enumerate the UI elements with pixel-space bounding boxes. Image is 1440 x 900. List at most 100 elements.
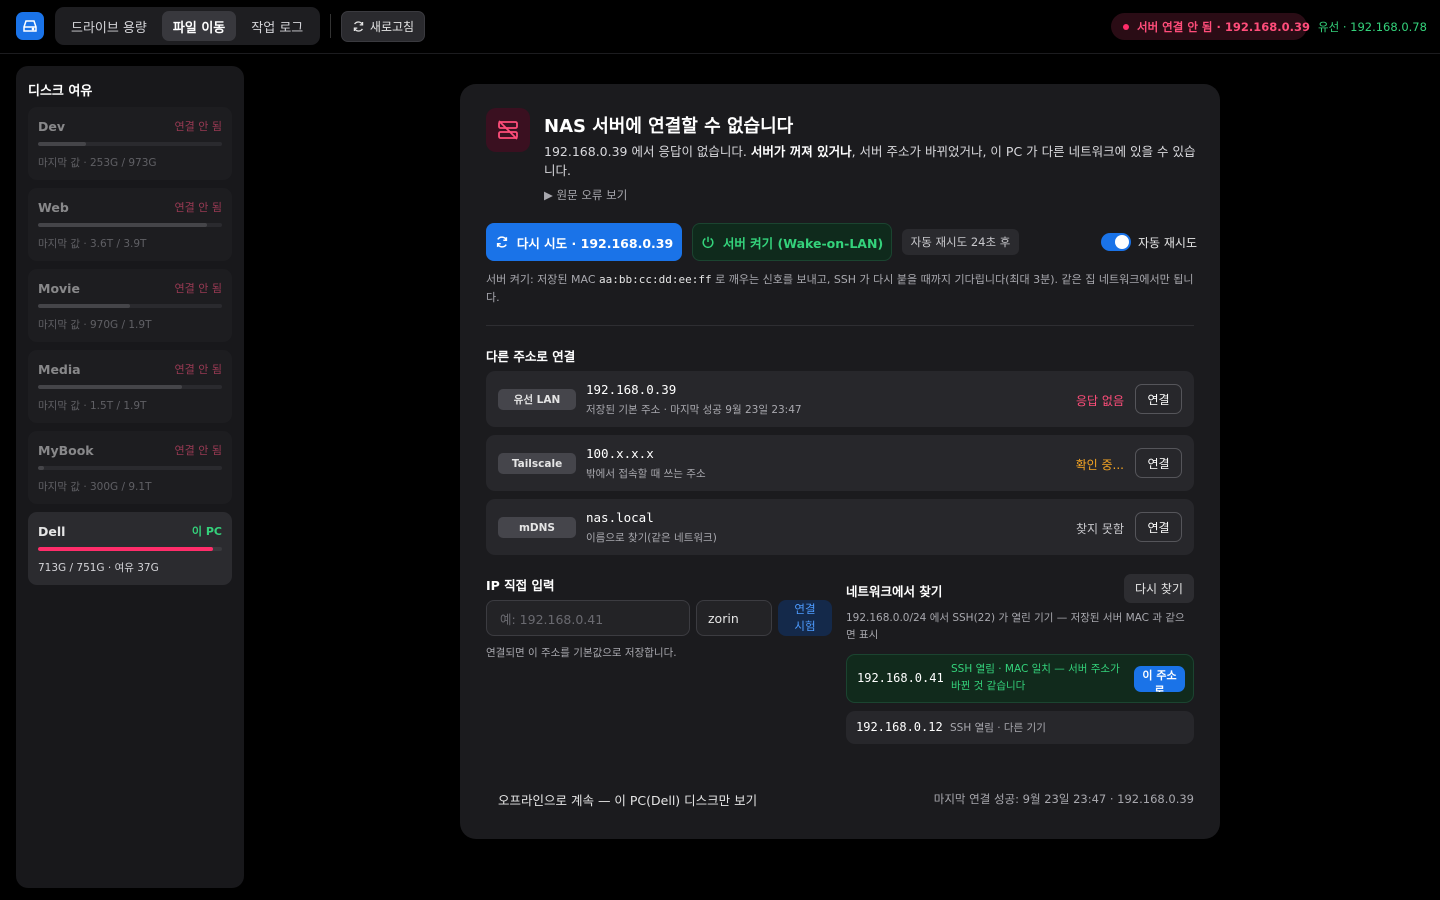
- power-icon: [702, 236, 714, 249]
- tab-file-move[interactable]: 파일 이동: [161, 11, 237, 41]
- disk-usage-text: 713G / 751G · 여유 37G: [38, 562, 159, 574]
- found-device-ip: 192.168.0.41: [857, 671, 944, 685]
- continue-offline-link[interactable]: 오프라인으로 계속 — 이 PC(Dell) 디스크만 보기: [498, 790, 757, 809]
- address-type-tag: Tailscale: [498, 453, 576, 474]
- disk-header: MyBook 연결 안 됨: [38, 442, 222, 458]
- address-row: 유선 LAN 192.168.0.39 저장된 기본 주소 · 마지막 성공 9월 …: [486, 371, 1194, 427]
- rescan-button[interactable]: 다시 찾기: [1124, 574, 1194, 603]
- address-status: 찾지 못함: [1076, 522, 1124, 536]
- disk-status: 연결 안 됨: [174, 282, 222, 295]
- disk-usage-fill: [38, 466, 44, 470]
- disk-status: 연결 안 됨: [174, 444, 222, 457]
- caret-right-icon: ▶: [544, 188, 553, 202]
- disk-header: Dell 이 PC: [38, 523, 222, 539]
- network-status: 유선 · 192.168.0.78: [1318, 20, 1427, 34]
- address-status: 응답 없음: [1076, 394, 1124, 408]
- connect-button[interactable]: 연결: [1135, 384, 1182, 414]
- server-status-badge: 서버 연결 안 됨 · 192.168.0.39: [1111, 13, 1310, 40]
- address-description: 이름으로 찾기(같은 네트워크): [586, 532, 717, 544]
- disk-status: 이 PC: [191, 525, 222, 538]
- disk-usage-text: 마지막 값 · 970G / 1.9T: [38, 319, 152, 331]
- disk-name: Movie: [38, 280, 80, 296]
- disk-header: Movie 연결 안 됨: [38, 280, 222, 296]
- ip-input-note: 연결되면 이 주소를 기본값으로 저장합니다.: [486, 647, 677, 659]
- disk-name: Media: [38, 361, 81, 377]
- found-device-ip: 192.168.0.12: [856, 720, 943, 734]
- address-type-tag: 유선 LAN: [498, 389, 576, 410]
- refresh-icon: [353, 21, 364, 32]
- disk-list: Dev 연결 안 됨 마지막 값 · 253G / 973G Web 연결 안 됨 마지막…: [28, 107, 232, 585]
- disk-status: 연결 안 됨: [174, 120, 222, 133]
- alt-address-title: 다른 주소로 연결: [486, 349, 576, 364]
- refresh-label: 새로고침: [369, 20, 415, 34]
- disk-usage-fill: [38, 223, 208, 227]
- disk-header: Web 연결 안 됨: [38, 199, 222, 215]
- disk-name: Web: [38, 199, 69, 215]
- disk-header: Media 연결 안 됨: [38, 361, 222, 377]
- last-connection-info: 마지막 연결 성공: 9월 23일 23:47 · 192.168.0.39: [933, 792, 1194, 806]
- status-dot-icon: [1123, 23, 1129, 30]
- main-tabs: 드라이브 용량 파일 이동 작업 로그: [55, 7, 320, 45]
- disk-item-web[interactable]: Web 연결 안 됨 마지막 값 · 3.6T / 3.9T: [28, 188, 232, 261]
- found-device-other: 192.168.0.12 SSH 열림 · 다른 기기: [846, 711, 1194, 744]
- disk-header: Dev 연결 안 됨: [38, 118, 222, 134]
- address-description: 저장된 기본 주소 · 마지막 성공 9월 23일 23:47: [586, 404, 802, 416]
- disk-item-movie[interactable]: Movie 연결 안 됨마지막 값 · 970G / 1.9T: [28, 269, 232, 342]
- server-status-text: 서버 연결 안 됨 · 192.168.0.39: [1137, 19, 1310, 34]
- disk-item-dell[interactable]: Dell 이 PC 713G / 751G · 여유 37G: [28, 512, 232, 585]
- username-input[interactable]: zorin: [696, 600, 772, 636]
- connect-button[interactable]: 연결: [1135, 448, 1182, 478]
- disk-usage-bar: [38, 385, 222, 389]
- address-status: 확인 중...: [1075, 458, 1124, 472]
- test-connection-button[interactable]: 연결 시험: [778, 600, 832, 636]
- tab-drive-usage[interactable]: 드라이브 용량: [60, 11, 158, 41]
- ip-address-input[interactable]: 예: 192.168.0.41: [486, 600, 690, 636]
- divider: [486, 325, 1194, 326]
- disk-usage-bar: [38, 304, 222, 308]
- auto-retry-toggle[interactable]: [1101, 233, 1131, 251]
- disk-usage-bar: [38, 142, 222, 146]
- disk-status: 연결 안 됨: [174, 201, 222, 214]
- disk-name: MyBook: [38, 442, 94, 458]
- disk-name: Dev: [38, 118, 66, 134]
- disk-usage-text: 마지막 값 · 253G / 973G: [38, 157, 157, 169]
- address-value: nas.local: [586, 510, 654, 525]
- wol-note: 서버 켜기: 저장된 MAC aa:bb:cc:dd:ee:ff 로 깨우는 신…: [486, 273, 1194, 304]
- error-description: 192.168.0.39 에서 응답이 없습니다. 서버가 꺼져 있거나, 서버…: [544, 144, 1196, 178]
- scan-note: 192.168.0.0/24 에서 SSH(22) 가 열린 기기 — 저장된 …: [846, 612, 1185, 641]
- found-device-match: 192.168.0.41 SSH 열림 · MAC 일치 — 서버 주소가 바뀐…: [846, 654, 1194, 703]
- retry-button[interactable]: 다시 시도 · 192.168.0.39: [486, 223, 682, 261]
- raw-error-toggle[interactable]: ▶ 원문 오류 보기: [544, 187, 627, 203]
- top-bar: 드라이브 용량 파일 이동 작업 로그 새로고침 서버 연결 안 됨 · 192…: [0, 0, 1440, 54]
- wake-on-lan-button[interactable]: 서버 켜기 (Wake-on-LAN): [692, 223, 892, 261]
- disk-usage-text: 마지막 값 · 300G / 9.1T: [38, 481, 152, 493]
- disk-usage-bar: [38, 547, 222, 551]
- disk-usage-fill: [38, 304, 130, 308]
- refresh-button[interactable]: 새로고침: [341, 11, 425, 42]
- use-this-address-button[interactable]: 이 주소로: [1134, 666, 1185, 692]
- found-device-desc: SSH 열림 · 다른 기기: [950, 722, 1046, 734]
- network-scan-title: 네트워크에서 찾기: [846, 584, 943, 599]
- disk-sidebar: 디스크 여유 Dev 연결 안 됨 마지막 값 · 253G / 973G Web 연결…: [16, 66, 244, 888]
- disk-usage-bar: [38, 466, 222, 470]
- server-off-icon: [486, 108, 530, 152]
- ip-input-title: IP 직접 입력: [486, 578, 555, 593]
- disk-item-media[interactable]: Media 연결 안 됨 마지막 값 · 1.5T / 1.9T: [28, 350, 232, 423]
- disk-usage-fill: [38, 142, 86, 146]
- disk-name: Dell: [38, 523, 66, 539]
- address-row: mDNS nas.local 이름으로 찾기(같은 네트워크) 찾지 못함 연결: [486, 499, 1194, 555]
- disk-usage-fill: [38, 547, 213, 551]
- address-value: 100.x.x.x: [586, 446, 654, 461]
- auto-retry-countdown: 자동 재시도 24초 후: [902, 229, 1019, 255]
- address-description: 밖에서 접속할 때 쓰는 주소: [586, 468, 706, 480]
- error-title: NAS 서버에 연결할 수 없습니다: [544, 116, 794, 137]
- disk-item-mybook[interactable]: MyBook 연결 안 됨마지막 값 · 300G / 9.1T: [28, 431, 232, 504]
- disk-item-dev[interactable]: Dev 연결 안 됨마지막 값 · 253G / 973G: [28, 107, 232, 180]
- address-type-tag: mDNS: [498, 517, 576, 538]
- divider: [330, 14, 331, 38]
- drive-icon[interactable]: [16, 12, 44, 40]
- refresh-icon: [496, 236, 507, 248]
- connect-button[interactable]: 연결: [1135, 512, 1182, 542]
- disk-usage-fill: [38, 385, 182, 389]
- tab-job-log[interactable]: 작업 로그: [240, 11, 314, 41]
